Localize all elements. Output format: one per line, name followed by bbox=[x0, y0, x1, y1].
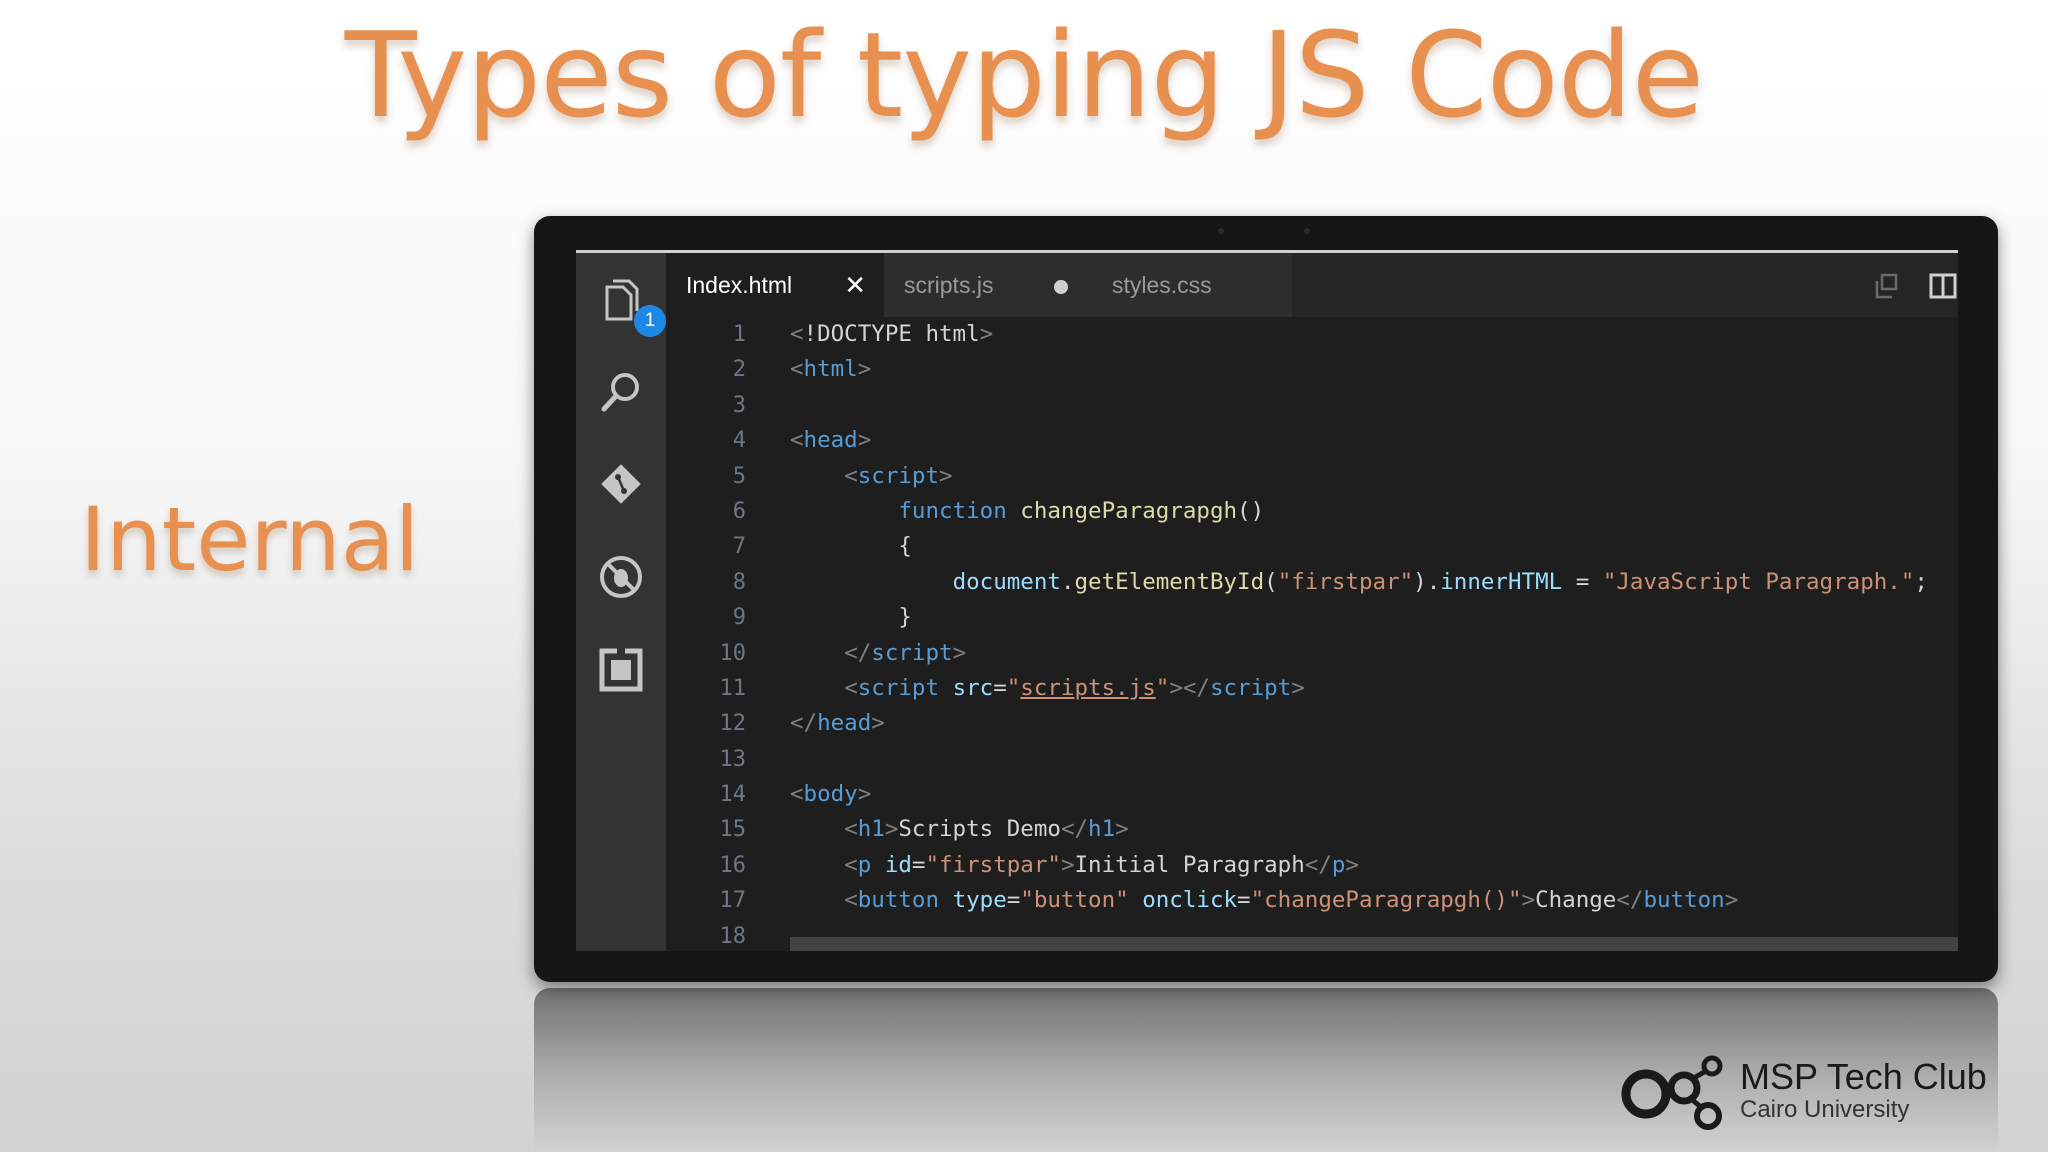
code-line: <script src="scripts.js"></script> bbox=[844, 674, 1305, 701]
code-line: document.getElementById("firstpar").inne… bbox=[952, 568, 1928, 595]
logo-name: MSP Tech Club bbox=[1740, 1056, 1987, 1097]
tab-styles-css[interactable]: styles.css bbox=[1092, 253, 1292, 317]
camera-dot bbox=[1304, 228, 1310, 234]
extensions-icon[interactable] bbox=[596, 645, 646, 695]
line-number: 18 bbox=[719, 923, 747, 949]
line-number: 6 bbox=[732, 498, 746, 524]
logo-subtitle: Cairo University bbox=[1740, 1096, 1910, 1123]
code-line: function changeParagrapgh() bbox=[898, 497, 1265, 524]
close-icon[interactable]: ✕ bbox=[844, 253, 866, 317]
open-changes-icon[interactable] bbox=[1872, 271, 1902, 301]
code-line: <button type="button" onclick="changePar… bbox=[844, 887, 1739, 914]
modified-dot-icon bbox=[1054, 280, 1068, 294]
code-line: <head> bbox=[790, 427, 872, 454]
code-editor-window: 1 Index.html ✕ scripts.js styles.css 1 2… bbox=[576, 250, 1958, 951]
line-number: 2 bbox=[732, 357, 746, 383]
git-icon[interactable] bbox=[596, 459, 646, 509]
code-line: <h1>Scripts Demo</h1> bbox=[844, 816, 1129, 843]
camera-dot bbox=[1218, 228, 1224, 234]
code-line: } bbox=[790, 604, 912, 631]
debug-icon[interactable] bbox=[596, 552, 646, 602]
code-line: <p id="firstpar">Initial Paragraph</p> bbox=[844, 851, 1359, 878]
monitor-frame: 1 Index.html ✕ scripts.js styles.css 1 2… bbox=[534, 216, 1998, 982]
files-icon[interactable]: 1 bbox=[596, 277, 666, 337]
line-number-gutter: 1 2 3 4 5 6 7 8 9 10 11 12 13 14 15 16 1… bbox=[666, 317, 747, 951]
tab-label: Index.html bbox=[686, 272, 793, 298]
line-number: 1 bbox=[732, 322, 746, 347]
code-line: </head> bbox=[790, 710, 885, 737]
code-line: <script> bbox=[844, 462, 953, 489]
code-line: <!DOCTYPE html> bbox=[790, 321, 994, 347]
line-number: 9 bbox=[732, 605, 746, 631]
line-number: 13 bbox=[719, 746, 747, 772]
line-number: 12 bbox=[719, 711, 747, 737]
activity-bar: 1 bbox=[576, 253, 666, 951]
tab-bar: Index.html ✕ scripts.js styles.css bbox=[666, 253, 1958, 317]
code-line: <body> bbox=[790, 781, 872, 808]
tab-index-html[interactable]: Index.html ✕ bbox=[666, 253, 884, 317]
search-icon[interactable] bbox=[596, 367, 646, 417]
section-label: Internal bbox=[80, 488, 420, 591]
line-number: 16 bbox=[719, 852, 747, 878]
line-number: 8 bbox=[732, 569, 746, 595]
line-number: 10 bbox=[719, 640, 747, 666]
code-line: </script> bbox=[844, 639, 967, 666]
code-content[interactable]: <!DOCTYPE html> <html> <head> <script> f… bbox=[790, 317, 1958, 951]
editor-area[interactable]: 1 2 3 4 5 6 7 8 9 10 11 12 13 14 15 16 1… bbox=[666, 317, 1958, 951]
club-logo-icon bbox=[1621, 1055, 1723, 1130]
line-number: 3 bbox=[732, 392, 746, 418]
line-number: 4 bbox=[732, 428, 746, 454]
line-number: 7 bbox=[732, 534, 746, 560]
line-number: 11 bbox=[719, 675, 747, 701]
slide-title: Types of typing JS Code bbox=[344, 6, 1705, 144]
code-line: <html> bbox=[790, 356, 872, 383]
line-number: 17 bbox=[719, 888, 747, 914]
msp-tech-club-logo: MSP Tech Club Cairo University bbox=[1620, 1052, 2000, 1132]
line-number: 15 bbox=[719, 817, 747, 843]
line-number: 5 bbox=[732, 463, 746, 489]
line-number: 14 bbox=[719, 782, 747, 808]
horizontal-scrollbar[interactable] bbox=[790, 937, 1958, 951]
tab-label: styles.css bbox=[1112, 272, 1212, 298]
split-editor-icon[interactable] bbox=[1928, 271, 1958, 301]
scripts-js-link[interactable]: scripts.js bbox=[1020, 675, 1155, 701]
tab-scripts-js[interactable]: scripts.js bbox=[884, 253, 1092, 317]
code-line: { bbox=[790, 533, 912, 560]
tab-label: scripts.js bbox=[904, 272, 994, 298]
files-badge: 1 bbox=[634, 305, 666, 337]
